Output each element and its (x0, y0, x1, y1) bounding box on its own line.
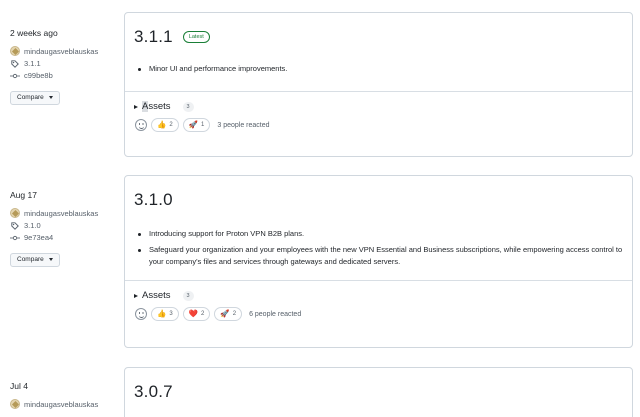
reaction-count: 3 (169, 311, 173, 317)
assets-count: 3 (182, 101, 194, 112)
commit-icon (10, 73, 20, 79)
release-header: 3.1.1 Latest (125, 13, 632, 47)
reaction-rocket[interactable]: 🚀 2 (214, 307, 243, 321)
release-title[interactable]: 3.1.0 (134, 190, 173, 210)
release-date: 2 weeks ago (10, 28, 58, 38)
release-card: 3.1.1 Latest Minor UI and performance im… (124, 12, 633, 157)
reacted-summary[interactable]: 3 people reacted (217, 122, 269, 129)
thumbs-up-icon: 👍 (157, 309, 167, 319)
reactions-row: 👍 2 🚀 1 3 people reacted (125, 118, 632, 132)
smiley-icon[interactable] (135, 308, 147, 320)
release-note: Introducing support for Proton VPN B2B p… (135, 228, 623, 240)
reactions-row: 👍 3 ❤️ 2 🚀 2 6 people reacted (125, 307, 632, 321)
reaction-count: 2 (232, 311, 237, 317)
author-row[interactable]: mindaugasveblauskas (10, 46, 120, 56)
reaction-heart[interactable]: ❤️ 2 (182, 307, 211, 321)
avatar[interactable] (10, 208, 20, 218)
rocket-icon: 🚀 (220, 309, 230, 319)
rocket-icon: 🚀 (188, 120, 199, 130)
divider (125, 280, 632, 281)
heart-icon: ❤️ (188, 309, 199, 319)
release-sidebar: Jul 4 mindaugasveblauskas (10, 381, 120, 409)
author-row[interactable]: mindaugasveblauskas (10, 208, 120, 218)
author-row[interactable]: mindaugasveblauskas (10, 399, 120, 409)
tag-row[interactable]: 3.1.1 (10, 59, 120, 68)
reaction-count: 1 (201, 122, 205, 128)
compare-button[interactable]: Compare (10, 90, 60, 105)
release-header: 3.1.0 (125, 176, 632, 210)
assets-label-rest: ssets (148, 101, 171, 112)
commit-hash[interactable]: c99be8b (24, 71, 53, 80)
chevron-down-icon (48, 96, 53, 99)
assets-toggle[interactable]: Assets 3 (125, 290, 632, 301)
assets-label: Assets (142, 101, 171, 112)
tag-row[interactable]: 3.1.0 (10, 221, 120, 230)
latest-badge: Latest (182, 31, 210, 43)
release-title[interactable]: 3.1.1 (134, 27, 173, 47)
chevron-down-icon (48, 258, 53, 261)
release-notes: Minor UI and performance improvements. (125, 63, 632, 75)
tag-icon (10, 221, 20, 230)
release-note: Minor UI and performance improvements. (135, 63, 623, 75)
release-header: 3.0.7 (125, 368, 632, 402)
commit-row[interactable]: 9e73ea4 (10, 233, 120, 242)
triangle-right-icon (134, 293, 138, 298)
release-date: Jul 4 (10, 381, 28, 391)
release-notes: Introducing support for Proton VPN B2B p… (125, 228, 632, 268)
release-sidebar: Aug 17 mindaugasveblauskas 3.1.0 9e73ea4… (10, 190, 120, 267)
triangle-right-icon (134, 104, 138, 109)
reaction-count: 2 (201, 311, 205, 317)
compare-label: Compare (17, 94, 44, 101)
assets-label: Assets (142, 290, 171, 301)
tag-icon (10, 59, 20, 68)
assets-count: 3 (182, 290, 194, 301)
reaction-thumbs-up[interactable]: 👍 2 (151, 118, 179, 132)
reaction-thumbs-up[interactable]: 👍 3 (151, 307, 179, 321)
release-card: 3.0.7 (124, 367, 633, 417)
author-name[interactable]: mindaugasveblauskas (24, 209, 98, 218)
smiley-icon[interactable] (135, 119, 147, 131)
author-name[interactable]: mindaugasveblauskas (24, 47, 98, 56)
assets-toggle[interactable]: Assets 3 (125, 101, 632, 112)
reacted-summary[interactable]: 6 people reacted (249, 311, 301, 318)
release-title[interactable]: 3.0.7 (134, 382, 173, 402)
tag-name[interactable]: 3.1.1 (24, 59, 41, 68)
reaction-count: 2 (169, 122, 173, 128)
avatar[interactable] (10, 399, 20, 409)
thumbs-up-icon: 👍 (157, 120, 167, 130)
compare-label: Compare (17, 256, 44, 263)
tag-name[interactable]: 3.1.0 (24, 221, 41, 230)
release-date: Aug 17 (10, 190, 37, 200)
divider (125, 91, 632, 92)
commit-hash[interactable]: 9e73ea4 (24, 233, 53, 242)
release-card: 3.1.0 Introducing support for Proton VPN… (124, 175, 633, 348)
author-name[interactable]: mindaugasveblauskas (24, 400, 98, 409)
release-sidebar: 2 weeks ago mindaugasveblauskas 3.1.1 c9… (10, 28, 120, 105)
release-note: Safeguard your organization and your emp… (135, 244, 623, 268)
reaction-rocket[interactable]: 🚀 1 (182, 118, 211, 132)
commit-icon (10, 235, 20, 241)
avatar[interactable] (10, 46, 20, 56)
compare-button[interactable]: Compare (10, 252, 60, 267)
commit-row[interactable]: c99be8b (10, 71, 120, 80)
